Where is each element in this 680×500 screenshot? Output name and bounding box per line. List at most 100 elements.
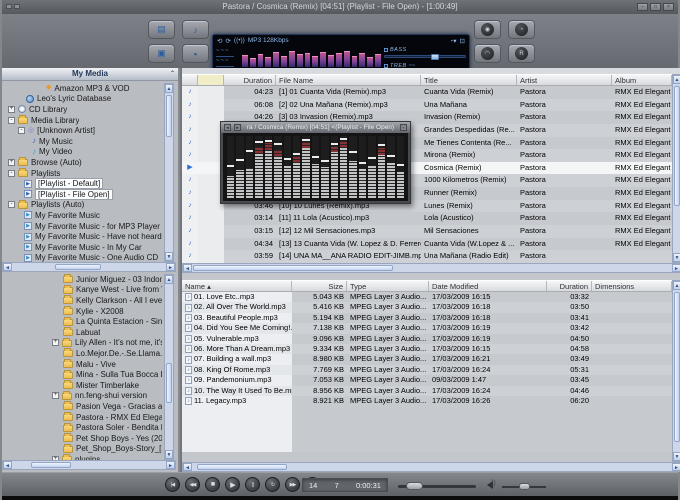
eq-band-slider[interactable]: [349, 136, 356, 198]
scroll-left-icon[interactable]: ◄: [183, 463, 192, 471]
playlist-row[interactable]: ♪03:59[14] UNA MA__ANA RADIO EDIT-JIMB.m…: [182, 250, 672, 263]
filelist-vscrollbar[interactable]: ▲ ▼: [672, 280, 680, 462]
scroll-down-icon[interactable]: ▼: [165, 450, 173, 459]
playlist-row[interactable]: ♪06:08[2] 02 Una Mañana (Remix).mp3Una M…: [182, 99, 672, 112]
file-row[interactable]: ♪06. More Than A Dream.mp39.334 KBMPEG L…: [182, 344, 672, 354]
column-header-duration[interactable]: Duration: [224, 75, 276, 85]
seek-thumb[interactable]: [406, 482, 423, 490]
file-row[interactable]: ♪02. All Over The World.mp35.416 KBMPEG …: [182, 302, 672, 312]
mini-prev-icon[interactable]: ◄: [224, 124, 231, 131]
eq-band-slider[interactable]: [227, 136, 234, 198]
column-header-name[interactable]: Name ▴: [182, 281, 292, 291]
media-library-button[interactable]: ♪: [182, 20, 209, 39]
title-bar[interactable]: Pastora / Cosmica (Remix) [04:51] (Playl…: [2, 0, 678, 14]
column-header-album[interactable]: Album: [612, 75, 672, 85]
alarm-button[interactable]: ◔: [508, 20, 535, 39]
eq-band-slider[interactable]: [265, 136, 272, 198]
tree-item[interactable]: Pastora Soler - Bendita loc: [2, 422, 162, 433]
tree-item[interactable]: Kelly Clarkson - All I ever w: [2, 295, 162, 306]
close-button[interactable]: ×: [663, 3, 674, 11]
eq-band-slider[interactable]: [378, 136, 385, 198]
scroll-left-icon[interactable]: ◄: [3, 461, 12, 469]
tree-item[interactable]: Malu - Vive: [2, 359, 162, 370]
scroll-left-icon[interactable]: ◄: [3, 263, 12, 271]
media-tree-vscrollbar[interactable]: ▲ ▼: [164, 83, 174, 262]
playlist-row[interactable]: ♪04:23[1] 01 Cuanta Vida (Remix).mp3Cuan…: [182, 86, 672, 99]
file-row[interactable]: ♪01. Love Etc..mp35.043 KBMPEG Layer 3 A…: [182, 292, 672, 302]
scroll-down-icon[interactable]: ▼: [673, 452, 680, 461]
tree-item[interactable]: ♪My Video: [2, 147, 162, 158]
mini-next-icon[interactable]: ►: [234, 124, 241, 131]
tree-item[interactable]: Mister Timberlake: [2, 380, 162, 391]
tree-item[interactable]: Pastora - RMX Ed Elegant: [2, 412, 162, 423]
tree-item[interactable]: Pet_Shop_Boys-Story_[25: [2, 444, 162, 455]
scroll-right-icon[interactable]: ►: [672, 264, 680, 272]
tree-item[interactable]: Kanye West - Live from VH: [2, 285, 162, 296]
tree-item[interactable]: Labuat: [2, 327, 162, 338]
tree-item[interactable]: ▶My Favorite Music - One Audio CD: [2, 253, 162, 263]
scroll-right-icon[interactable]: ►: [166, 263, 175, 271]
previous-button[interactable]: |◀: [165, 477, 180, 492]
file-row[interactable]: ♪05. Vulnerable.mp39.096 KBMPEG Layer 3 …: [182, 334, 672, 344]
media-tree-hscrollbar[interactable]: ◄ ►: [2, 262, 176, 272]
fast-forward-button[interactable]: ▶▶: [285, 477, 300, 492]
eq-band-slider[interactable]: [312, 136, 319, 198]
eq-band-slider[interactable]: [368, 136, 375, 198]
eq-band-slider[interactable]: [293, 136, 300, 198]
scroll-right-icon[interactable]: ►: [672, 463, 680, 471]
tree-item[interactable]: +nn.feng-shui version: [2, 391, 162, 402]
tree-item[interactable]: +CD Library: [2, 104, 162, 115]
mini-player-titlebar[interactable]: ◄ ► ra / Cosmica (Remix) [04:51] <(Playl…: [221, 122, 410, 133]
playlist-row[interactable]: ♪04:34[13] 13 Cuanta Vida (W. Lopez & D.…: [182, 238, 672, 251]
tree-item[interactable]: Mina - Sulla Tua Bocca Lo D: [2, 369, 162, 380]
expand-plus-icon[interactable]: +: [52, 339, 59, 346]
now-playing-button[interactable]: ▣: [148, 44, 175, 63]
minimize-button[interactable]: –: [637, 3, 648, 11]
mini-close-icon[interactable]: ▪: [400, 124, 407, 131]
repeat-button[interactable]: ↻: [265, 477, 280, 492]
file-row[interactable]: ♪03. Beautiful People.mp35.194 KBMPEG La…: [182, 313, 672, 323]
play-button[interactable]: ▶: [225, 477, 240, 492]
tree-item[interactable]: Leo's Lyric Database: [2, 94, 162, 105]
collapse-minus-icon[interactable]: -: [8, 117, 15, 124]
column-header-file-name[interactable]: File Name: [276, 75, 421, 85]
pause-button[interactable]: ∥: [245, 477, 260, 492]
column-header-duration[interactable]: Duration: [547, 281, 592, 291]
tree-item[interactable]: Pet Shop Boys - Yes (2009: [2, 433, 162, 444]
bass-slider[interactable]: [384, 55, 466, 58]
expand-plus-icon[interactable]: +: [52, 392, 59, 399]
column-header-dimensions[interactable]: Dimensions: [592, 281, 672, 291]
header-icon-column[interactable]: [182, 75, 198, 85]
playlist-row[interactable]: ♪03:14[11] 11 Lola (Acustico).mp3Lola (A…: [182, 212, 672, 225]
stop-button[interactable]: ■: [205, 477, 220, 492]
scroll-up-icon[interactable]: ▲: [673, 75, 680, 84]
tree-item[interactable]: ◆Amazon MP3 & VOD: [2, 83, 162, 94]
expand-plus-icon[interactable]: +: [8, 159, 15, 166]
tree-item[interactable]: -◎[Unknown Artist]: [2, 125, 162, 136]
repeat-mini-icon[interactable]: ⟳: [225, 37, 230, 45]
file-row[interactable]: ♪04. Did You See Me Coming!....7.138 KBM…: [182, 323, 672, 333]
eq-band-slider[interactable]: [331, 136, 338, 198]
eq-band-slider[interactable]: [284, 136, 291, 198]
scroll-right-icon[interactable]: ►: [166, 461, 175, 469]
tree-item[interactable]: La Quinta Estacion - Sin fre: [2, 316, 162, 327]
slider-thumb[interactable]: [431, 54, 439, 60]
online-services-button[interactable]: ◠: [474, 44, 501, 63]
eq-band-slider[interactable]: [321, 136, 328, 198]
mini-player-window[interactable]: ◄ ► ra / Cosmica (Remix) [04:51] <(Playl…: [220, 121, 411, 204]
eq-band-slider[interactable]: [274, 136, 281, 198]
column-header-type[interactable]: Type: [347, 281, 429, 291]
tree-item[interactable]: ▶My Favorite Music: [2, 210, 162, 221]
tree-item[interactable]: Kylie - X2008: [2, 306, 162, 317]
tree-item[interactable]: ▶My Favorite Music - Have not heard rec: [2, 231, 162, 242]
scroll-up-icon[interactable]: ▲: [673, 281, 680, 290]
volume-thumb[interactable]: [519, 483, 530, 490]
tree-item[interactable]: ♪My Music: [2, 136, 162, 147]
record-button[interactable]: R: [508, 44, 535, 63]
eq-band-slider[interactable]: [397, 136, 404, 198]
tree-item[interactable]: -Playlists (Auto): [2, 200, 162, 211]
seek-slider[interactable]: [398, 485, 476, 488]
scroll-left-icon[interactable]: ◄: [183, 264, 192, 272]
tree-item[interactable]: -Media Library: [2, 115, 162, 126]
eq-band-slider[interactable]: [236, 136, 243, 198]
